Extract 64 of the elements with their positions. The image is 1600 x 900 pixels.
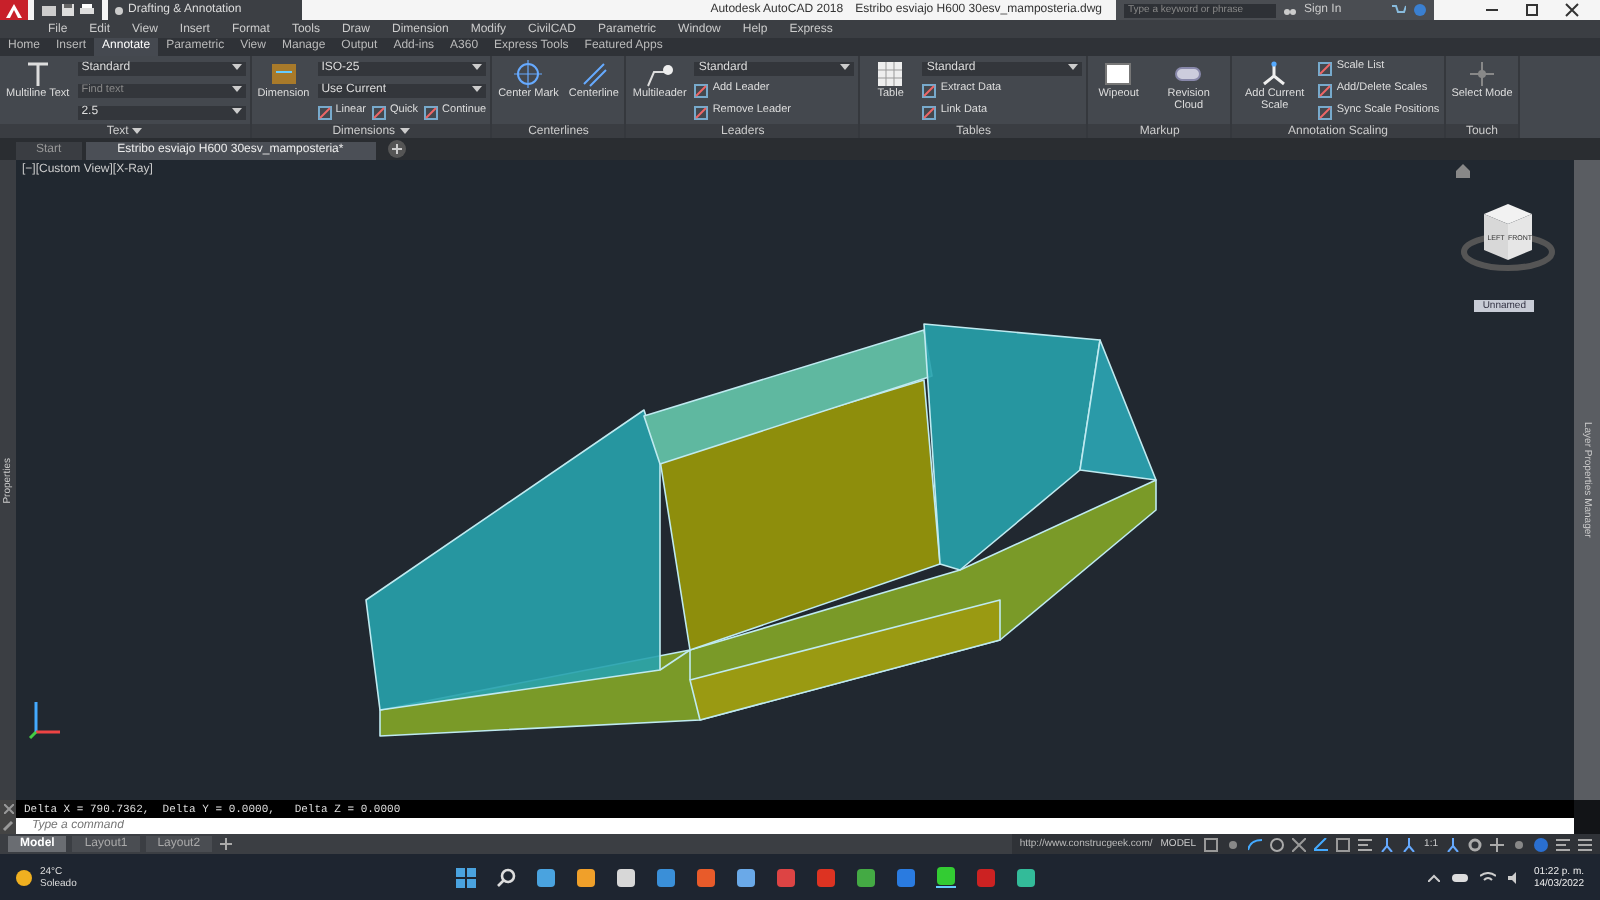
lines-icon[interactable]: [1358, 837, 1373, 851]
wrench-icon[interactable]: [2, 819, 14, 831]
app-logo-icon[interactable]: [0, 0, 28, 20]
tool-icon: [371, 105, 386, 119]
cloud-icon[interactable]: [1451, 872, 1468, 882]
frame-icon: [1104, 60, 1133, 88]
dimension-icon: [269, 60, 298, 88]
tool-icon: [317, 105, 332, 119]
crosshair-icon: [1467, 60, 1496, 88]
text-icon: [23, 60, 52, 88]
app-icon[interactable]: [936, 866, 956, 888]
print-icon[interactable]: [80, 4, 94, 16]
plus-icon[interactable]: [1490, 837, 1504, 851]
gear-icon: [114, 5, 124, 15]
home-icon[interactable]: [1456, 164, 1470, 178]
grid-icon[interactable]: [1204, 837, 1219, 851]
sun-icon: [16, 869, 32, 885]
square-icon[interactable]: [1336, 837, 1351, 851]
table-icon: [876, 60, 905, 88]
binoculars-icon[interactable]: [1284, 4, 1296, 16]
curve-icon[interactable]: [1248, 837, 1263, 851]
dot-icon[interactable]: [1512, 837, 1526, 851]
caret-icon: [231, 108, 242, 116]
viewcube-drawing[interactable]: [1461, 204, 1555, 271]
caret-icon: [471, 64, 482, 72]
tool-icon: [694, 105, 709, 119]
ucs-axes-icon: [28, 696, 64, 740]
plus-icon[interactable]: [387, 140, 406, 158]
dot-icon[interactable]: [1226, 837, 1241, 851]
caret-icon: [840, 64, 851, 72]
close-icon[interactable]: [1564, 2, 1580, 18]
tool-icon: [694, 83, 709, 97]
figure-icon[interactable]: [1380, 837, 1395, 851]
caret-icon: [1068, 64, 1079, 72]
caret-icon: [471, 86, 482, 94]
tool-icon: [1318, 83, 1333, 97]
wifi-icon[interactable]: [1479, 871, 1496, 883]
chevron-up-icon[interactable]: [1427, 873, 1440, 881]
save-icon[interactable]: [62, 4, 74, 16]
plus-icon[interactable]: [218, 836, 235, 852]
tool-icon: [922, 83, 937, 97]
maximize-icon[interactable]: [1524, 2, 1540, 18]
cross-icon[interactable]: [1292, 837, 1307, 851]
leader-icon: [645, 60, 674, 88]
caret-icon: [231, 86, 242, 94]
scale-icon: [1260, 60, 1289, 88]
figure-icon[interactable]: [1402, 837, 1417, 851]
start-icon[interactable]: [456, 867, 476, 887]
tool-icon: [424, 105, 439, 119]
folder-icon[interactable]: [42, 4, 56, 16]
angle-icon[interactable]: [1314, 837, 1329, 851]
speaker-icon[interactable]: [1507, 871, 1522, 883]
search-icon[interactable]: [496, 867, 516, 887]
figure-icon[interactable]: [1446, 837, 1460, 851]
tool-icon: [1318, 61, 1333, 75]
crosshair-circle-icon: [514, 60, 543, 88]
tool-icon: [922, 105, 937, 119]
menu-icon[interactable]: [1578, 837, 1592, 851]
tool-icon: [1318, 105, 1333, 119]
lines-icon[interactable]: [1556, 837, 1570, 851]
circle-icon[interactable]: [1270, 837, 1285, 851]
diagonal-lines-icon: [579, 60, 608, 88]
gear-icon[interactable]: [1468, 837, 1482, 851]
caret-icon: [231, 64, 242, 72]
